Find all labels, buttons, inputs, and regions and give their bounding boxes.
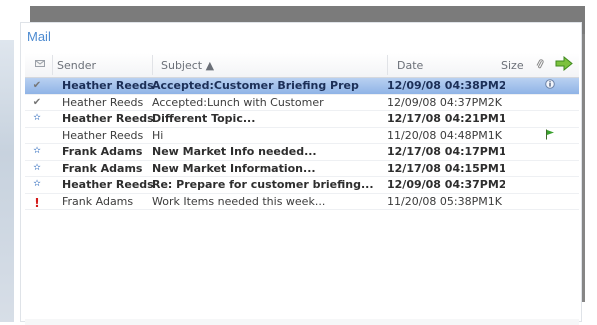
message-row[interactable]: ✫ Frank Adams New Market Information... … xyxy=(25,161,579,177)
message-sender: Frank Adams xyxy=(62,194,134,208)
message-subject: Accepted:Lunch with Customer xyxy=(152,95,324,109)
mail-panel: Mail Sender Subject ▲ Date Size ✔ Heathe… xyxy=(20,22,582,325)
message-row[interactable]: ✫ Heather Reeds Re: Prepare for customer… xyxy=(25,177,579,194)
column-sender[interactable]: Sender xyxy=(57,59,96,72)
message-subject: Accepted:Customer Briefing Prep xyxy=(152,79,359,92)
star-icon: ✫ xyxy=(33,162,41,173)
column-separator xyxy=(52,55,53,75)
message-sender: Frank Adams xyxy=(62,161,143,175)
star-icon: ✫ xyxy=(33,179,41,189)
message-subject: New Market Information... xyxy=(152,161,316,175)
info-icon[interactable] xyxy=(545,79,559,92)
column-separator xyxy=(152,55,153,75)
message-sender: Heather Reeds xyxy=(62,178,153,191)
list-footer xyxy=(25,319,579,325)
message-sender: Heather Reeds xyxy=(62,79,153,92)
window-shadow-top xyxy=(30,6,578,22)
window-shadow-right-inner xyxy=(582,34,585,302)
panel-title: Mail xyxy=(27,29,51,44)
message-row[interactable]: ✔ Heather Reeds Accepted:Lunch with Cust… xyxy=(25,95,579,111)
message-list: ✔ Heather Reeds Accepted:Customer Briefi… xyxy=(25,78,579,210)
star-icon: ✫ xyxy=(33,146,41,156)
column-separator xyxy=(387,55,388,75)
message-subject: Work Items needed this week... xyxy=(152,194,326,208)
message-date: 12/17/08 04:15PM1K xyxy=(387,161,505,175)
message-date: 12/09/08 04:38PM2K xyxy=(387,79,505,92)
message-date: 11/20/08 04:48PM1K xyxy=(387,128,502,142)
background-window-strip xyxy=(0,40,14,322)
message-date: 12/09/08 04:37PM2K xyxy=(387,95,502,109)
message-date: 12/09/08 04:37PM2K xyxy=(387,178,505,191)
message-row[interactable]: ✔ Heather Reeds Accepted:Customer Briefi… xyxy=(25,78,579,95)
exclamation-icon: ! xyxy=(34,195,40,210)
message-subject: Re: Prepare for customer briefing... xyxy=(152,178,374,191)
message-sender: Frank Adams xyxy=(62,145,143,158)
column-date[interactable]: Date xyxy=(397,59,423,72)
message-date: 12/17/08 04:17PM1K xyxy=(387,145,505,158)
message-subject: New Market Info needed... xyxy=(152,145,317,158)
green-flag-icon[interactable] xyxy=(545,129,559,143)
paperclip-icon[interactable] xyxy=(536,58,544,73)
message-sender: Heather Reeds xyxy=(62,95,144,109)
envelope-icon[interactable] xyxy=(35,58,45,71)
column-subject[interactable]: Subject ▲ xyxy=(161,59,214,72)
column-header-bar: Sender Subject ▲ Date Size xyxy=(25,53,579,78)
message-row[interactable]: Heather Reeds Hi 11/20/08 04:48PM1K xyxy=(25,128,579,144)
column-size[interactable]: Size xyxy=(501,59,524,72)
message-subject: Hi xyxy=(152,128,164,142)
message-row[interactable]: ✫ Frank Adams New Market Info needed... … xyxy=(25,144,579,161)
message-subject: Different Topic... xyxy=(152,112,256,125)
message-sender: Heather Reeds xyxy=(62,112,153,125)
star-icon: ✫ xyxy=(33,113,41,123)
message-row[interactable]: ! Frank Adams Work Items needed this wee… xyxy=(25,194,579,210)
green-arrow-icon[interactable] xyxy=(555,55,573,74)
message-sender: Heather Reeds xyxy=(62,128,144,142)
message-date: 11/20/08 05:38PM1K xyxy=(387,194,502,208)
message-row[interactable]: ✫ Heather Reeds Different Topic... 12/17… xyxy=(25,111,579,128)
message-date: 12/17/08 04:21PM1K xyxy=(387,112,505,125)
check-icon: ✔ xyxy=(32,80,42,91)
check-icon: ✔ xyxy=(32,96,42,108)
